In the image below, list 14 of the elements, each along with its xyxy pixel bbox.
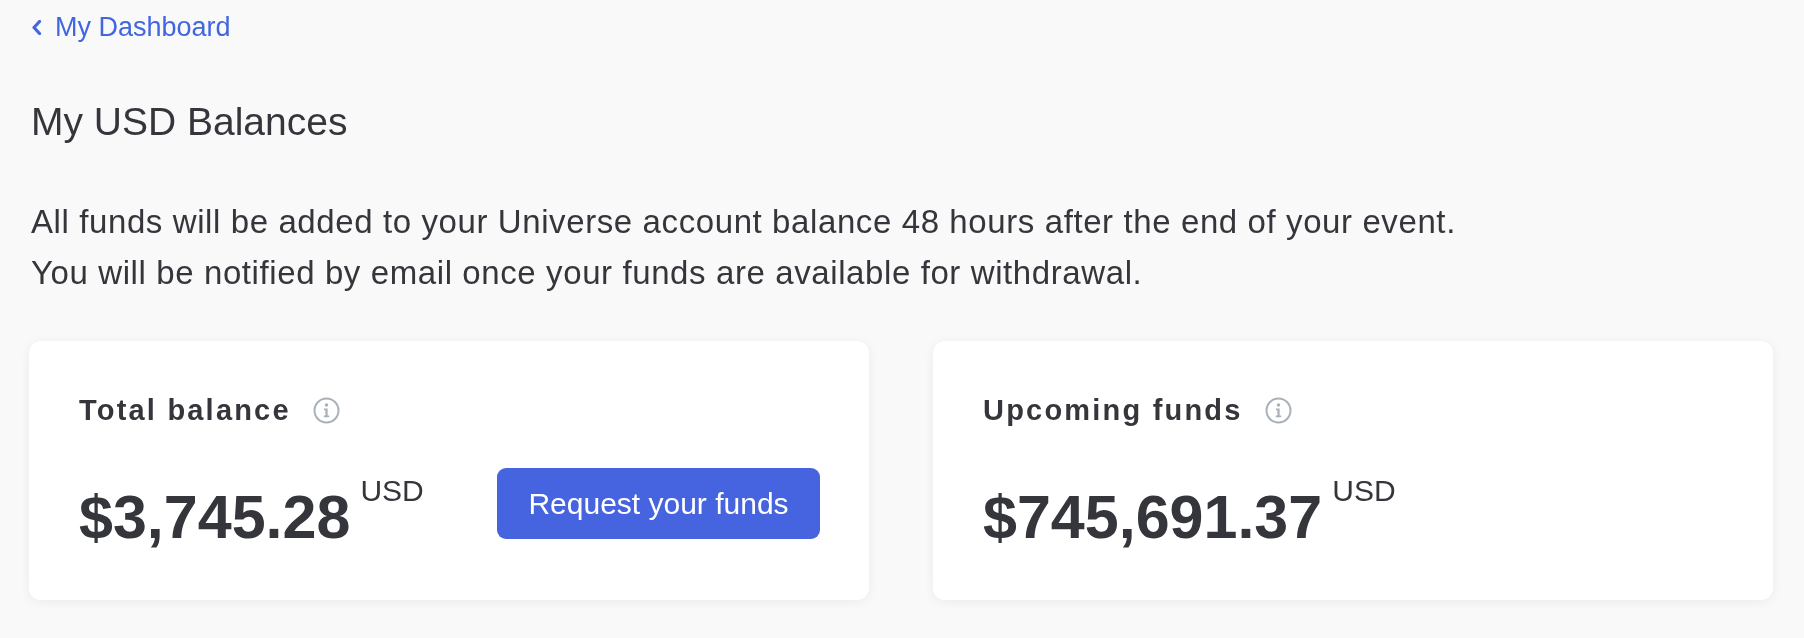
currency-label: USD <box>360 476 424 506</box>
currency-label: USD <box>1332 476 1396 506</box>
info-icon[interactable] <box>1264 396 1292 424</box>
card-title: Total balance <box>79 393 291 427</box>
page-heading: My USD Balances <box>31 100 348 144</box>
card-title: Upcoming funds <box>983 393 1243 427</box>
description-text: All funds will be added to your Universe account balance 48 hours after the end of your event. <box>31 202 1456 242</box>
dashboard-back-link[interactable]: My Dashboard <box>31 12 231 42</box>
description-text: You will be notified by email once your funds are available for withdrawal. <box>31 253 1143 293</box>
request-funds-button[interactable]: Request your funds <box>497 468 820 539</box>
chevron-left-icon <box>31 19 42 35</box>
info-icon[interactable] <box>312 396 340 424</box>
balance-amount: $3,745.28 <box>79 482 351 552</box>
balance-amount: $745,691.37 <box>983 482 1323 552</box>
